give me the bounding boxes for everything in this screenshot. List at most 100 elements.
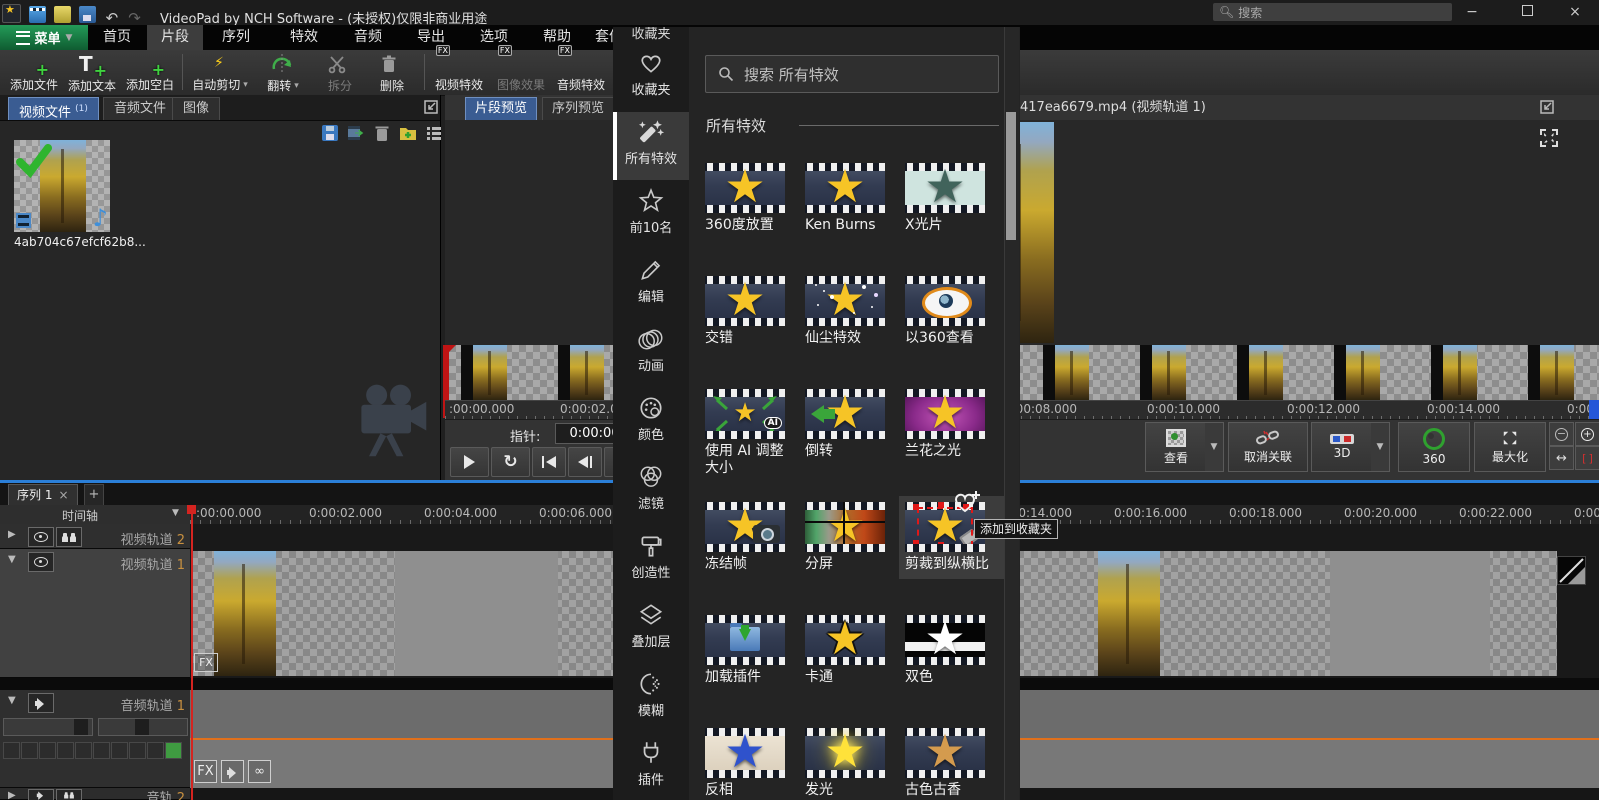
sidebar-item-filter[interactable]: 滤镜 [613,457,689,525]
effect-item[interactable]: ★Ken Burns [805,163,901,234]
360-button[interactable]: 360 [1398,422,1470,472]
effect-item[interactable]: ★交错 [705,276,801,347]
delete-button[interactable]: 删除 [368,52,416,93]
track-visibility-button[interactable] [28,527,54,547]
export-clip-icon[interactable] [346,123,368,145]
effect-item[interactable]: ★古色古香 [905,728,1001,799]
track-header-audio1[interactable]: ▼ 音频轨道 1 [0,690,190,788]
menu-button[interactable]: 菜单 ▼ [0,25,88,50]
menu-tab-clip[interactable]: 片段 [147,25,203,50]
trash-icon[interactable] [372,123,394,145]
transition-icon[interactable] [1557,556,1586,585]
go-to-start-button[interactable] [532,447,566,477]
sidebar-item-motion[interactable]: 动画 [613,319,689,387]
track-group-button[interactable] [56,789,82,800]
image-fx-button[interactable]: 图像效果 [492,52,550,93]
save-clip-icon[interactable] [320,123,342,145]
effect-item[interactable]: ★X光片 [905,163,1001,234]
add-text-button[interactable]: T 添加文本 [64,52,120,93]
3d-button[interactable]: 3D [1311,422,1373,472]
fx-badge[interactable]: FX [194,760,217,783]
effect-item[interactable]: ★360度放置 [705,163,801,234]
view-button[interactable]: 查看 [1145,422,1207,472]
unlink-button[interactable]: 取消关联 [1228,422,1308,472]
effect-item[interactable]: ★兰花之光 [905,389,1001,460]
fit-width-button[interactable]: ↔ [1549,446,1574,470]
maximize-preview-button[interactable]: 最大化 [1474,422,1546,472]
add-folder-icon[interactable] [398,123,420,145]
save-project-icon[interactable] [79,6,96,23]
video-fx-button[interactable]: 视频特效 [430,52,488,93]
sidebar-item-plug[interactable]: 插件 [613,733,689,800]
flip-button[interactable]: 翻转▾ [256,52,310,93]
tab-audio-files[interactable]: 音频文件 [103,97,177,120]
undock-icon[interactable] [424,100,438,114]
expand-icon[interactable]: ▶ [8,529,16,540]
expand-icon[interactable]: ▶ [8,790,16,800]
add-sequence-button[interactable]: + [84,484,104,506]
tab-images[interactable]: 图像 [172,97,220,120]
fullscreen-icon[interactable] [1538,127,1560,149]
track-header-video1[interactable]: ▼ 视频轨道 1 [0,549,190,678]
add-favorite-heart-icon[interactable] [952,487,984,515]
tab-video-files[interactable]: 视频文件 (1) [8,97,99,120]
sidebar-item-star[interactable]: 前10名 [613,181,689,249]
split-button[interactable]: 拆分 [316,52,364,93]
track-group-button[interactable] [56,527,82,547]
tab-clip-preview[interactable]: 片段预览 [465,97,537,120]
slider-knob[interactable] [74,719,88,735]
timeline-ruler-header[interactable]: 时间轴 ▼ [0,505,191,524]
track-mute-button[interactable] [28,789,54,800]
effect-item[interactable]: 以360查看 [905,276,1001,347]
close-tab-icon[interactable]: × [58,488,68,502]
audio-fx-button[interactable]: 音频特效 [552,52,610,93]
add-file-button[interactable]: 添加文件 [6,52,62,93]
menu-tab-effects[interactable]: 特效 [283,25,325,50]
effect-item[interactable]: ★AI使用 AI 调整大小 [705,389,801,477]
view-dropdown[interactable]: ▼ [1205,422,1224,472]
sidebar-item-palette[interactable]: 颜色 [613,388,689,456]
sidebar-item-brush[interactable]: 创造性 [613,526,689,594]
play-button[interactable] [450,447,489,477]
media-clip-thumbnail[interactable]: ♪ [14,140,110,232]
effect-item[interactable]: ★仙尘特效 [805,276,901,347]
track-header-video2[interactable]: ▶ 视频轨道 2 [0,524,190,549]
sidebar-item-layers[interactable]: 叠加层 [613,595,689,663]
collapse-icon[interactable]: ▼ [8,554,16,565]
loop-button[interactable]: ↻ [491,447,530,477]
zoom-out-button[interactable]: − [1549,422,1574,446]
effect-item[interactable]: ★反相 [705,728,801,799]
effect-item[interactable]: ★卡通 [805,615,901,686]
list-view-icon[interactable] [424,123,446,145]
sidebar-item-wand[interactable]: 所有特效 [613,112,689,180]
track-mute-button[interactable] [28,693,54,713]
effect-item[interactable]: ★倒转 [805,389,901,460]
effect-item[interactable]: ★分屏 [805,502,901,573]
3d-dropdown[interactable]: ▼ [1371,422,1390,472]
effect-item[interactable]: ★冻结帧 [705,502,801,573]
sidebar-item-heart[interactable]: 收藏夹 [613,43,689,111]
sidebar-item-pencil[interactable]: 编辑 [613,250,689,318]
effect-item[interactable]: 加载插件 [705,615,801,686]
pan-slider[interactable] [98,718,188,736]
collapse-icon[interactable]: ▼ [8,695,16,706]
effect-item[interactable]: ★双色 [905,615,1001,686]
sequence-tab[interactable]: 序列 1× [8,484,78,506]
menu-tab-home[interactable]: 首页 [96,25,138,50]
menu-tab-audio[interactable]: 音频 [347,25,389,50]
previous-frame-button[interactable] [568,447,602,477]
track-visibility-button[interactable] [28,552,54,572]
effects-search-input[interactable]: 搜索 所有特效 [705,55,999,93]
open-project-icon[interactable] [54,6,71,23]
maximize-button[interactable] [1510,0,1544,24]
auto-cut-button[interactable]: ⚡︎ 自动剪切▾ [188,52,252,93]
undock-icon[interactable] [1540,100,1554,114]
trim-end-marker[interactable] [1589,400,1599,419]
title-search-input[interactable]: 🔍︎ 搜索 [1213,3,1452,21]
effect-item[interactable]: ★发光 [805,728,901,799]
close-button[interactable]: × [1558,0,1592,24]
region-select-button[interactable]: [ ] [1575,446,1599,470]
volume-slider[interactable] [3,718,93,736]
scrollbar-thumb[interactable] [1006,112,1016,240]
menu-tab-sequence[interactable]: 序列 [215,25,257,50]
